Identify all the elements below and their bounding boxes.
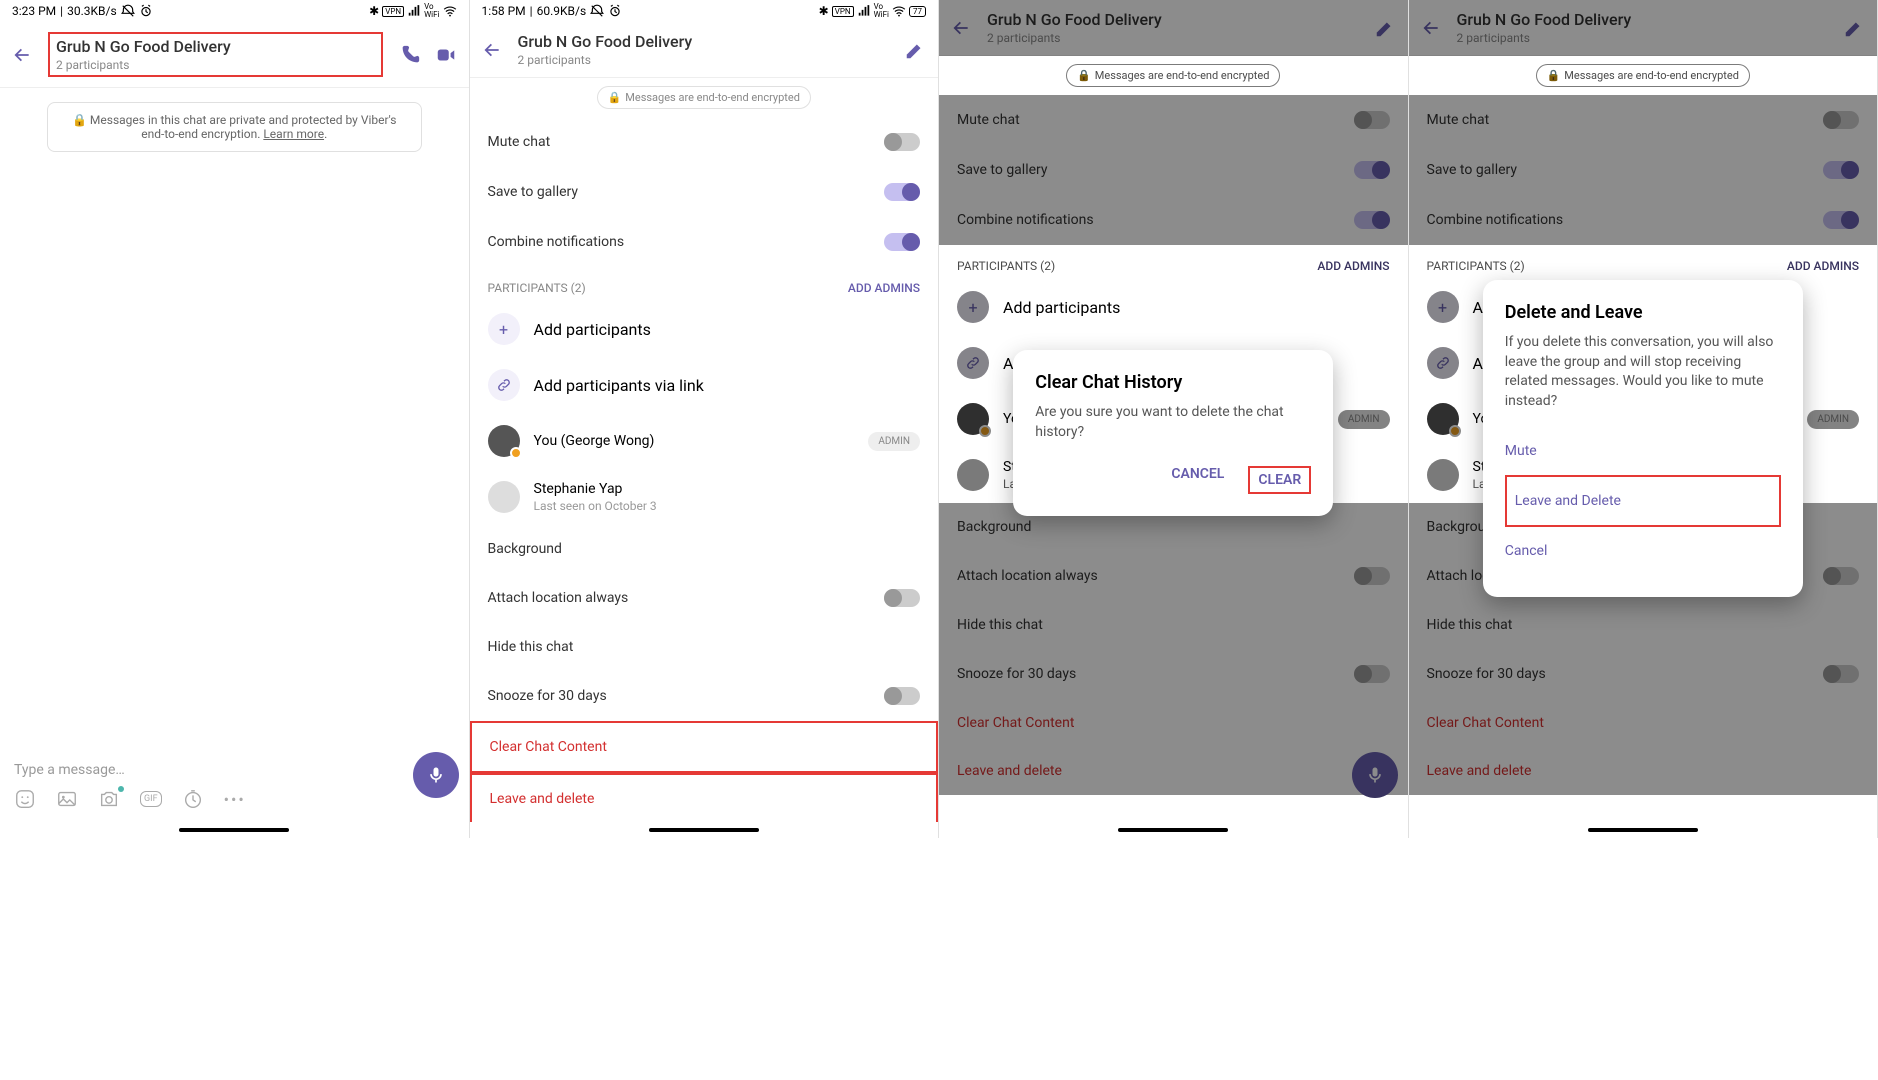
subtitle: 2 participants — [518, 53, 889, 67]
settings-header: Grub N Go Food Delivery2 participants — [939, 0, 1408, 56]
dialog-body: Are you sure you want to delete the chat… — [1035, 403, 1311, 442]
lock-icon: 🔒 — [608, 91, 622, 104]
signal-icon — [407, 4, 421, 18]
mic-button — [1352, 752, 1398, 798]
clear-button[interactable]: CLEAR — [1248, 466, 1311, 494]
sticker-icon[interactable] — [14, 788, 36, 810]
back-icon — [951, 18, 971, 38]
time: 3:23 PM — [12, 4, 56, 18]
camera-dot-indicator — [118, 786, 124, 792]
mute-chat-row[interactable]: Mute chat — [470, 117, 939, 167]
wifi-icon — [892, 4, 906, 18]
screen-chat: 3:23 PM|30.3KB/s ✱ VPN VoWiFi Grub N Go … — [0, 0, 470, 838]
vpn-icon: VPN — [382, 6, 404, 17]
location-toggle[interactable] — [884, 589, 920, 607]
participants-header: PARTICIPANTS (2)ADD ADMINS — [470, 267, 939, 301]
link-icon — [488, 369, 520, 401]
video-icon[interactable] — [435, 44, 457, 66]
dialog-body: If you delete this conversation, you wil… — [1505, 333, 1781, 411]
vpn-icon: VPN — [832, 6, 854, 17]
add-admins-button[interactable]: ADD ADMINS — [848, 281, 920, 295]
leave-delete-option[interactable]: Leave and Delete — [1505, 475, 1781, 527]
screen-leave-dialog: Grub N Go Food Delivery2 participants 🔒M… — [1409, 0, 1878, 838]
clear-chat-content-button[interactable]: Clear Chat Content — [470, 721, 939, 773]
add-participants-row[interactable]: +Add participants — [470, 301, 939, 357]
vowifi-icon: VoWiFi — [424, 3, 439, 19]
hide-chat-row[interactable]: Hide this chat — [470, 623, 939, 671]
mic-button[interactable] — [413, 752, 459, 798]
dnd-icon — [590, 4, 604, 18]
chat-header: Grub N Go Food Delivery 2 participants — [0, 22, 469, 88]
dialog-title: Delete and Leave — [1505, 302, 1781, 323]
more-icon[interactable]: ••• — [224, 790, 246, 809]
combine-toggle[interactable] — [884, 233, 920, 251]
chat-title-tap-area[interactable]: Grub N Go Food Delivery 2 participants — [48, 32, 383, 77]
edit-icon[interactable] — [904, 39, 926, 61]
mute-option[interactable]: Mute — [1505, 427, 1781, 475]
plus-icon: + — [488, 313, 520, 345]
snooze-toggle[interactable] — [884, 687, 920, 705]
back-icon — [1421, 18, 1441, 38]
bluetooth-icon: ✱ — [369, 4, 379, 18]
avatar — [488, 425, 520, 457]
background-row[interactable]: Background — [470, 525, 939, 573]
camera-icon[interactable] — [98, 788, 120, 810]
edit-icon — [1843, 17, 1865, 39]
mic-icon — [426, 765, 446, 785]
encryption-pill: 🔒Messages are end-to-end encrypted — [597, 86, 811, 109]
lock-icon: 🔒 — [72, 113, 87, 127]
dnd-icon — [121, 4, 135, 18]
attach-location-row[interactable]: Attach location always — [470, 573, 939, 623]
settings-header: Grub N Go Food Delivery 2 participants — [470, 22, 939, 78]
chat-subtitle: 2 participants — [56, 58, 375, 72]
combine-notif-row[interactable]: Combine notifications — [470, 217, 939, 267]
cancel-button[interactable]: CANCEL — [1171, 466, 1224, 494]
participant-you[interactable]: You (George Wong)ADMIN — [470, 413, 939, 469]
compose-area: Type a message… GIF ••• — [0, 748, 469, 822]
statusbar: 1:58 PM|60.9KB/s ✱ VPN VoWiFi 77 — [470, 0, 939, 22]
gif-icon[interactable]: GIF — [140, 791, 162, 807]
time: 1:58 PM — [482, 4, 526, 18]
participant-other[interactable]: Stephanie YapLast seen on October 3 — [470, 469, 939, 525]
admin-badge: ADMIN — [868, 432, 920, 451]
settings-header: Grub N Go Food Delivery2 participants — [1409, 0, 1878, 56]
netspeed: 30.3KB/s — [67, 4, 117, 18]
screen-settings: 1:58 PM|60.9KB/s ✱ VPN VoWiFi 77 Grub N … — [470, 0, 940, 838]
netspeed: 60.9KB/s — [537, 4, 587, 18]
leave-delete-button[interactable]: Leave and delete — [470, 773, 939, 822]
message-input[interactable]: Type a message… — [14, 756, 455, 784]
battery-icon: 77 — [909, 6, 926, 17]
signal-icon — [857, 4, 871, 18]
back-icon[interactable] — [12, 45, 32, 65]
chat-messages-area: 🔒 Messages in this chat are private and … — [0, 88, 469, 748]
statusbar: 3:23 PM|30.3KB/s ✱ VPN VoWiFi — [0, 0, 469, 22]
vowifi-icon: VoWiFi — [874, 3, 889, 19]
dialog-title: Clear Chat History — [1035, 372, 1311, 393]
title: Grub N Go Food Delivery — [518, 32, 889, 51]
save-gallery-row[interactable]: Save to gallery — [470, 167, 939, 217]
chat-title: Grub N Go Food Delivery — [56, 37, 375, 56]
delete-leave-dialog: Delete and Leave If you delete this conv… — [1483, 280, 1803, 597]
add-via-link-row[interactable]: Add participants via link — [470, 357, 939, 413]
screen-clear-dialog: Grub N Go Food Delivery2 participants 🔒M… — [939, 0, 1409, 838]
call-icon[interactable] — [399, 44, 421, 66]
nav-handle — [179, 828, 289, 832]
alarm-icon — [139, 4, 153, 18]
nav-handle — [649, 828, 759, 832]
avatar — [488, 481, 520, 513]
bluetooth-icon: ✱ — [819, 4, 829, 18]
snooze-row[interactable]: Snooze for 30 days — [470, 671, 939, 721]
encryption-banner[interactable]: 🔒 Messages in this chat are private and … — [47, 102, 422, 152]
timer-icon[interactable] — [182, 788, 204, 810]
edit-icon — [1374, 17, 1396, 39]
alarm-icon — [608, 4, 622, 18]
cancel-option[interactable]: Cancel — [1505, 527, 1781, 575]
back-icon[interactable] — [482, 40, 502, 60]
mute-toggle[interactable] — [884, 133, 920, 151]
gallery-toggle[interactable] — [884, 183, 920, 201]
gallery-icon[interactable] — [56, 788, 78, 810]
wifi-icon — [443, 4, 457, 18]
learn-more-link[interactable]: Learn more — [263, 127, 324, 141]
clear-history-dialog: Clear Chat History Are you sure you want… — [1013, 350, 1333, 516]
